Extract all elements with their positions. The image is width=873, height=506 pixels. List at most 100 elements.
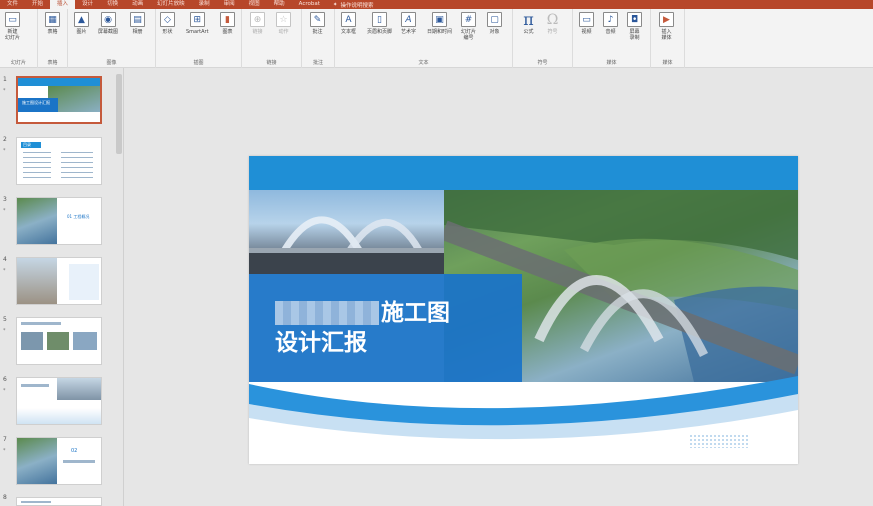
tab-review[interactable]: 审阅 [217, 0, 242, 9]
object-button[interactable]: ▢ 对象 [487, 12, 502, 35]
wordart-label: 艺术字 [401, 29, 417, 35]
comment-button[interactable]: ✎ 批注 [310, 12, 325, 35]
slide-title[interactable]: 施工图 设计汇报 [275, 298, 450, 358]
redacted-project-name [275, 301, 379, 325]
group-tables: ▦ 表格 表格 [38, 9, 68, 68]
header-footer-icon: ▯ [372, 12, 387, 27]
object-label: 对象 [489, 29, 500, 35]
group-text: A 文本框 ▯ 页眉和页脚 A 艺术字 ▣ 日期和时间 # 幻灯片 编号 ▢ 对… [335, 9, 513, 68]
chart-button[interactable]: ▮ 图表 [220, 12, 235, 35]
tab-design[interactable]: 设计 [75, 0, 100, 9]
media-icon: ▶ [659, 12, 674, 27]
slide-thumbnail-8[interactable] [16, 497, 102, 506]
camera-icon: ◉ [100, 12, 116, 27]
tab-record[interactable]: 录制 [192, 0, 217, 9]
audio-label: 音频 [605, 29, 616, 35]
new-slide-label: 新建 幻灯片 [5, 29, 21, 41]
thumb-number: 7 [3, 436, 7, 443]
tab-home[interactable]: 开始 [25, 0, 50, 9]
pictures-button[interactable]: ▲ 图片 [74, 12, 89, 35]
tab-help[interactable]: 帮助 [267, 0, 292, 9]
action-button[interactable]: ☆ 动作 [276, 12, 291, 35]
table-label: 表格 [47, 29, 58, 35]
action-label: 动作 [278, 29, 289, 35]
header-footer-label: 页眉和页脚 [367, 29, 393, 35]
group-symbols: π 公式 Ω 符号 符号 [513, 9, 573, 68]
globe-link-icon: ⊕ [250, 12, 265, 27]
tab-file[interactable]: 文件 [0, 0, 25, 9]
group-media-insert: ▶ 插入 媒体 媒体 [651, 9, 685, 68]
slide-number-button[interactable]: # 幻灯片 编号 [461, 12, 476, 41]
picture-icon: ▲ [74, 12, 89, 27]
speaker-icon: ♪ [603, 12, 618, 27]
group-label-links: 链接 [266, 60, 277, 66]
screen-record-icon: ◘ [627, 12, 642, 27]
new-slide-button[interactable]: ▭ 新建 幻灯片 [5, 12, 20, 41]
tab-transitions[interactable]: 切换 [100, 0, 125, 9]
group-label-tables: 表格 [47, 60, 58, 66]
smartart-icon: ⊞ [189, 12, 205, 27]
photo-album-button[interactable]: ▤ 相册 [130, 12, 145, 35]
slide-thumbnail-6[interactable] [16, 377, 102, 425]
textbox-button[interactable]: A 文本框 [341, 12, 356, 35]
omega-icon: Ω [546, 11, 559, 28]
transition-star-icon: * [3, 328, 6, 334]
tab-animations[interactable]: 动画 [125, 0, 150, 9]
symbol-label: 符号 [547, 29, 558, 35]
thumb-number: 3 [3, 196, 7, 203]
slide-thumbnail-2[interactable]: 目录 [16, 137, 102, 185]
tab-slideshow[interactable]: 幻灯片放映 [150, 0, 192, 9]
star-action-icon: ☆ [276, 12, 291, 27]
group-label-illustrations: 插图 [193, 60, 204, 66]
pi-icon: π [523, 10, 534, 29]
slide-thumbnail-7[interactable]: 02 [16, 437, 102, 485]
calendar-icon: ▣ [432, 12, 447, 27]
link-button[interactable]: ⊕ 链接 [250, 12, 265, 35]
video-button[interactable]: ▭ 视频 [579, 12, 594, 35]
video-icon: ▭ [579, 12, 594, 27]
comment-icon: ✎ [310, 12, 325, 27]
shapes-label: 形状 [162, 29, 173, 35]
wordart-button[interactable]: A 艺术字 [401, 12, 416, 35]
group-label-symbols: 符号 [537, 60, 548, 66]
group-media: ▭ 视频 ♪ 音频 ◘ 屏幕 录制 媒体 [573, 9, 651, 68]
tab-view[interactable]: 视图 [242, 0, 267, 9]
thumb-caption: 目录 [21, 142, 41, 148]
thumbnail-scrollbar[interactable] [116, 74, 122, 154]
slide-number-label: 幻灯片 编号 [461, 29, 477, 41]
tab-acrobat[interactable]: Acrobat [292, 0, 327, 9]
transition-star-icon: * [3, 88, 6, 94]
symbol-button[interactable]: Ω 符号 [545, 11, 560, 36]
insert-media-label: 插入 媒体 [661, 29, 672, 41]
smartart-button[interactable]: ⊞ SmartArt [186, 12, 209, 35]
slide-thumbnail-3[interactable]: 01 工程概况 [16, 197, 102, 245]
slide-thumbnail-4[interactable] [16, 257, 102, 305]
screenshot-button[interactable]: ◉ 屏幕截图 [98, 12, 118, 35]
shapes-button[interactable]: ◇ 形状 [160, 12, 175, 35]
thumb-number: 5 [3, 316, 7, 323]
equation-button[interactable]: π 公式 [521, 10, 536, 35]
group-images: ▲ 图片 ◉ 屏幕截图 ▤ 相册 图像 [68, 9, 156, 68]
screen-recording-button[interactable]: ◘ 屏幕 录制 [627, 12, 642, 41]
new-slide-icon: ▭ [5, 12, 20, 27]
table-button[interactable]: ▦ 表格 [45, 12, 60, 35]
thumb-caption: 02 [71, 448, 78, 454]
audio-button[interactable]: ♪ 音频 [603, 12, 618, 35]
tell-me-search[interactable]: ✦ 操作说明搜索 [333, 1, 374, 9]
slide-canvas[interactable]: 施工图 设计汇报 [249, 156, 798, 464]
group-label-images: 图像 [106, 60, 117, 66]
date-time-button[interactable]: ▣ 日期和时间 [427, 12, 452, 35]
slide-thumbnail-5[interactable] [16, 317, 102, 365]
link-label: 链接 [252, 29, 263, 35]
thumb-number: 1 [3, 76, 7, 83]
header-footer-button[interactable]: ▯ 页眉和页脚 [367, 12, 392, 35]
video-label: 视频 [581, 29, 592, 35]
tab-insert[interactable]: 插入 [50, 0, 76, 9]
group-links: ⊕ 链接 ☆ 动作 链接 [242, 9, 302, 68]
thumb-caption: 01 工程概况 [67, 214, 90, 219]
slide-thumbnail-1[interactable]: 施工图设计汇报 [16, 76, 102, 124]
group-slides: ▭ 新建 幻灯片 幻灯片 [0, 9, 38, 68]
equation-label: 公式 [523, 29, 534, 35]
insert-media-button[interactable]: ▶ 插入 媒体 [659, 12, 674, 41]
chart-label: 图表 [222, 29, 233, 35]
